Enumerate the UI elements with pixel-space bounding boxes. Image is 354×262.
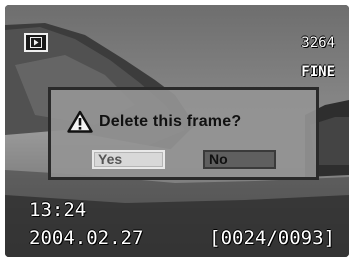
playback-mode-indicator <box>24 33 48 52</box>
camera-lcd-screen: 3264 FINE 13:24 2004.02.27 [0024/0093] D… <box>5 5 349 257</box>
frame-index: [0024/0093] <box>209 227 335 249</box>
dialog-title: Delete this frame? <box>99 112 242 130</box>
frame-counter: 3264 <box>301 35 335 51</box>
playback-icon <box>30 37 42 48</box>
warning-icon <box>67 110 93 133</box>
no-button[interactable]: No <box>203 150 276 169</box>
capture-time: 13:24 <box>29 199 87 221</box>
delete-confirmation-dialog: Delete this frame? Yes No <box>48 87 319 180</box>
dialog-header: Delete this frame? <box>67 110 241 133</box>
image-quality-indicator: FINE <box>301 64 335 80</box>
capture-date: 2004.02.27 <box>29 227 144 249</box>
yes-button[interactable]: Yes <box>92 150 165 169</box>
